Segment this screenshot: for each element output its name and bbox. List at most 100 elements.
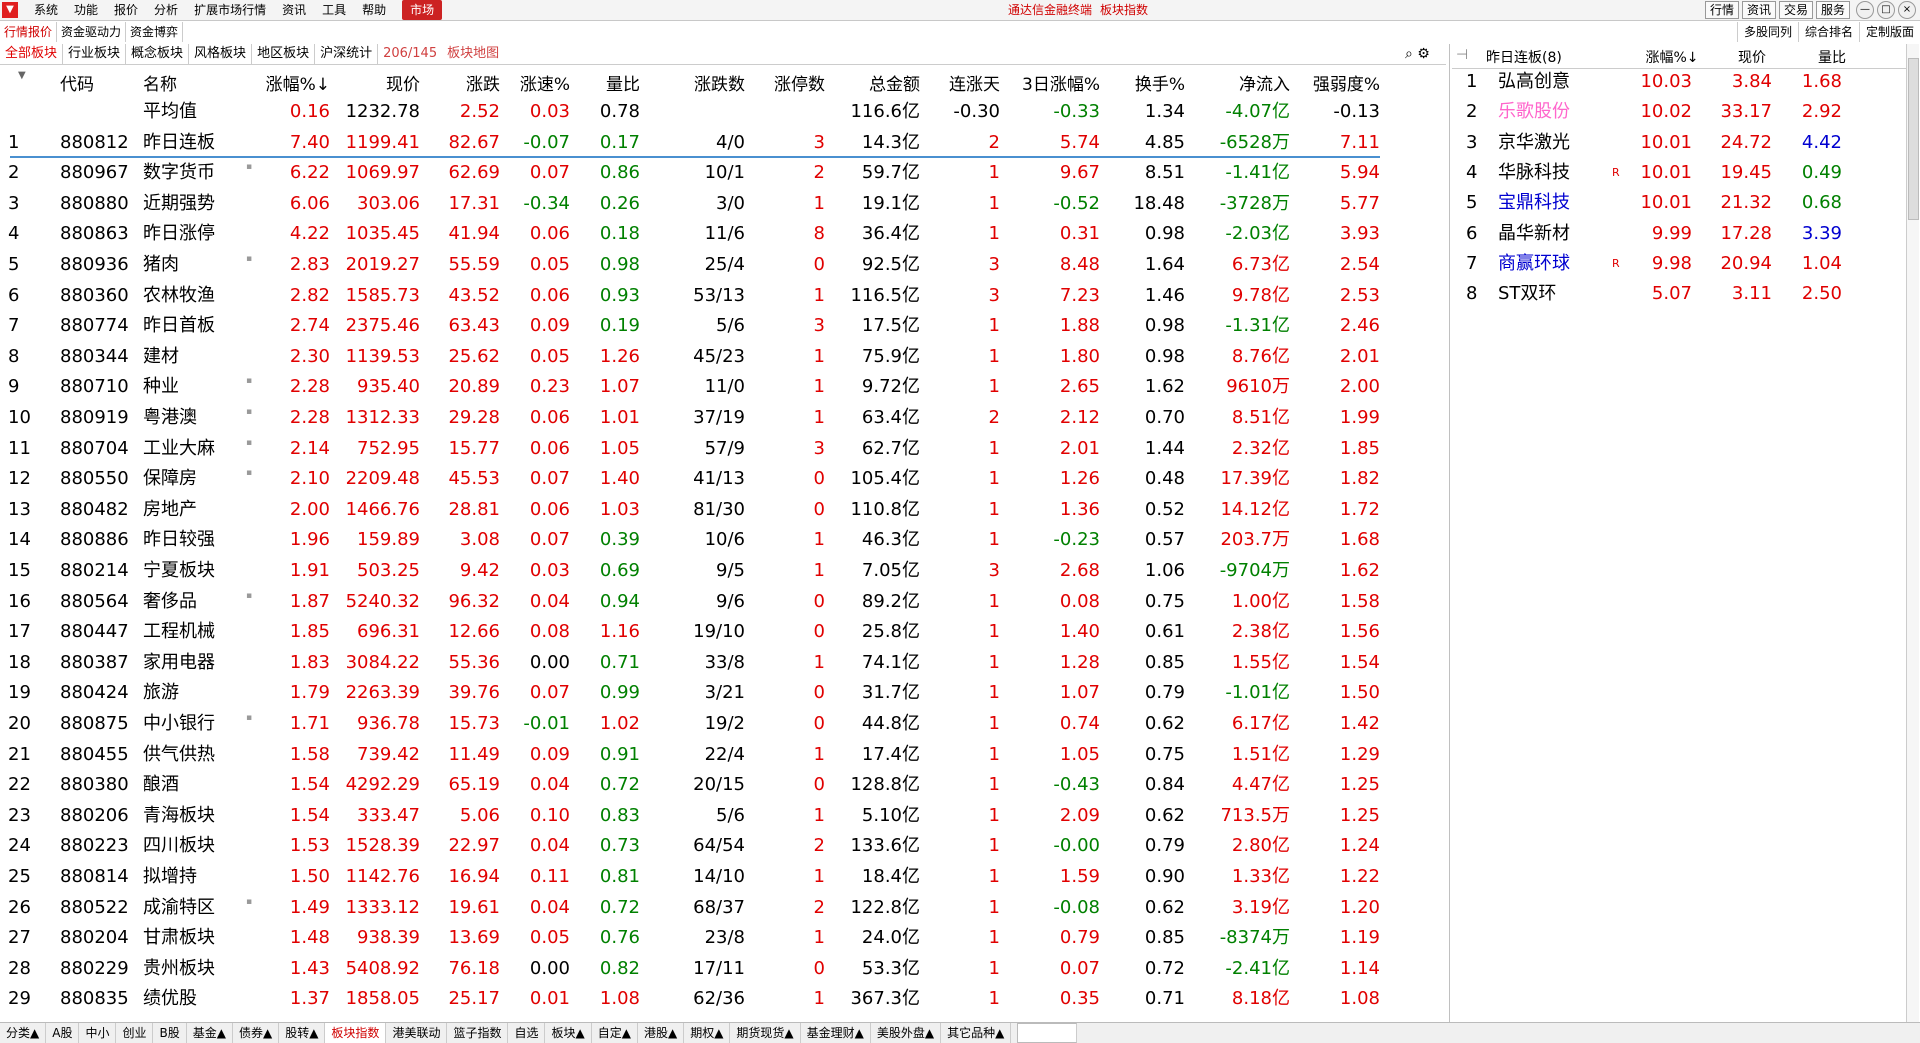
bottom-tab[interactable]: 分类▲ bbox=[0, 1023, 47, 1043]
search-icon[interactable]: ⌕ bbox=[1405, 46, 1413, 62]
menu-item[interactable]: 报价 bbox=[106, 0, 146, 20]
table-row[interactable]: 28 880229 贵州板块 1.43 5408.92 76.18 0.00 0.82 17/1… bbox=[0, 954, 1390, 984]
stock-list-item[interactable]: 5 宝鼎科技 10.01 21.32 0.68 bbox=[1452, 188, 1910, 218]
menu-item[interactable]: 系统 bbox=[26, 0, 66, 20]
column-header[interactable]: 涨跌 bbox=[425, 70, 500, 95]
stock-list-item[interactable]: 2 乐歌股份 10.02 33.17 2.92 bbox=[1452, 97, 1910, 127]
table-row[interactable]: 16 880564 奢侈品 1.87 5240.32 96.32 0.04 0.94 9/6 0 8… bbox=[0, 587, 1390, 617]
bottom-tab[interactable]: 港股▲ bbox=[638, 1023, 685, 1043]
column-header[interactable]: 涨跌数 bbox=[650, 70, 745, 95]
column-header[interactable]: 涨幅%↓ bbox=[250, 70, 330, 95]
sector-tab[interactable]: 地区板块 bbox=[252, 44, 316, 64]
view-tab-right[interactable]: 多股同列 bbox=[1736, 22, 1798, 42]
menu-item[interactable]: 资讯 bbox=[274, 0, 314, 20]
table-row[interactable]: 23 880206 青海板块 1.54 333.47 5.06 0.10 0.83 5/6 1 5.… bbox=[0, 801, 1390, 831]
bottom-tab[interactable]: 板块指数 bbox=[325, 1023, 387, 1043]
view-tab[interactable]: 行情报价 bbox=[0, 22, 58, 42]
bottom-tab[interactable]: 美股外盘▲ bbox=[871, 1023, 942, 1043]
sector-tab[interactable]: 概念板块 bbox=[126, 44, 190, 64]
maximize-icon[interactable]: □ bbox=[1877, 1, 1895, 19]
top-button[interactable]: 交易 bbox=[1778, 1, 1813, 19]
table-row[interactable]: 3 880880 近期强势 6.06 303.06 17.31 -0.34 0.26 3/0 1 1… bbox=[0, 189, 1390, 219]
table-row[interactable]: 18 880387 家用电器 1.83 3084.22 55.36 0.00 0.71 33/8… bbox=[0, 648, 1390, 678]
stock-list-item[interactable]: 7 商赢环球 R 9.98 20.94 1.04 bbox=[1452, 249, 1910, 279]
bottom-tab[interactable]: B股 bbox=[153, 1023, 187, 1043]
table-row[interactable]: 21 880455 供气供热 1.58 739.42 11.49 0.09 0.91 22/4 1… bbox=[0, 740, 1390, 770]
stock-list-item[interactable]: 8 ST双环 5.07 3.11 2.50 bbox=[1452, 279, 1910, 309]
column-header[interactable]: 现价 bbox=[340, 70, 420, 95]
table-row[interactable]: 6 880360 农林牧渔 2.82 1585.73 43.52 0.06 0.93 53/13… bbox=[0, 281, 1390, 311]
bottom-tab[interactable]: 自选 bbox=[508, 1023, 546, 1043]
app-logo-icon[interactable]: ▼ bbox=[2, 2, 18, 18]
table-row[interactable]: 15 880214 宁夏板块 1.91 503.25 9.42 0.03 0.69 9/5 1 7.… bbox=[0, 556, 1390, 586]
table-row[interactable]: 27 880204 甘肃板块 1.48 938.39 13.69 0.05 0.76 23/8 1… bbox=[0, 923, 1390, 953]
menu-item[interactable]: 扩展市场行情 bbox=[186, 0, 274, 20]
table-row[interactable]: 29 880835 绩优股 1.37 1858.05 25.17 0.01 1.08 62/36… bbox=[0, 984, 1390, 1014]
column-header[interactable]: 涨速% bbox=[505, 70, 570, 95]
minimize-icon[interactable]: — bbox=[1856, 1, 1874, 19]
sector-tab[interactable]: 行业板块 bbox=[63, 44, 127, 64]
column-header[interactable]: 净流入 bbox=[1190, 70, 1290, 95]
top-button[interactable]: 资讯 bbox=[1741, 1, 1776, 19]
table-row[interactable]: 7 880774 昨日首板 2.74 2375.46 63.43 0.09 0.19 5/6 3 1… bbox=[0, 311, 1390, 341]
column-header[interactable]: 代码 bbox=[60, 70, 140, 95]
table-row[interactable]: 11 880704 工业大麻 2.14 752.95 15.77 0.06 1.05 57/9 3… bbox=[0, 434, 1390, 464]
bottom-tab[interactable]: 股转▲ bbox=[279, 1023, 326, 1043]
view-tab[interactable]: 资金博弈 bbox=[126, 22, 184, 42]
menu-item-market[interactable]: 市场 bbox=[402, 0, 443, 20]
view-tab-right[interactable]: 定制版面 bbox=[1858, 22, 1920, 42]
gear-icon[interactable]: ⚙ bbox=[1417, 46, 1430, 62]
stock-list-item[interactable]: 3 京华激光 10.01 24.72 4.42 bbox=[1452, 128, 1910, 158]
bottom-tab[interactable]: 期货现货▲ bbox=[730, 1023, 801, 1043]
right-column-header[interactable]: 涨幅%↓ bbox=[1632, 47, 1712, 67]
menu-item[interactable]: 分析 bbox=[146, 0, 186, 20]
close-icon[interactable]: × bbox=[1898, 1, 1916, 19]
menu-item[interactable]: 功能 bbox=[66, 0, 106, 20]
table-row[interactable]: 17 880447 工程机械 1.85 696.31 12.66 0.08 1.16 19/10… bbox=[0, 617, 1390, 647]
bottom-tab[interactable]: 其它品种▲ bbox=[941, 1023, 1012, 1043]
top-button[interactable]: 服务 bbox=[1815, 1, 1850, 19]
table-row[interactable]: 10 880919 粤港澳 2.28 1312.33 29.28 0.06 1.01 37/19… bbox=[0, 403, 1390, 433]
table-row[interactable]: 19 880424 旅游 1.79 2263.39 39.76 0.07 0.99 3/21 0 3… bbox=[0, 678, 1390, 708]
bottom-tab[interactable]: 中小 bbox=[79, 1023, 117, 1043]
sector-tab[interactable]: 沪深统计 bbox=[315, 44, 379, 64]
view-tab[interactable]: 资金驱动力 bbox=[57, 22, 127, 42]
table-row[interactable]: 25 880814 拟增持 1.50 1142.76 16.94 0.11 0.81 14/10… bbox=[0, 862, 1390, 892]
table-row[interactable]: 1 880812 昨日连板 7.40 1199.41 82.67 -0.07 0.17 4/0 3… bbox=[0, 128, 1390, 158]
horizontal-scrollbar[interactable] bbox=[1017, 1023, 1078, 1043]
table-row[interactable]: 4 880863 昨日涨停 4.22 1035.45 41.94 0.06 0.18 11/6 8… bbox=[0, 219, 1390, 249]
average-row[interactable]: 平均值 0.16 1232.78 2.52 0.03 0.78 116.6亿 -0.30 -0.… bbox=[0, 97, 1390, 127]
column-header[interactable]: 量比 bbox=[575, 70, 640, 95]
stock-list-item[interactable]: 1 弘高创意 10.03 3.84 1.68 bbox=[1452, 67, 1910, 97]
sort-menu-icon[interactable]: ▼ bbox=[18, 70, 26, 81]
bottom-tab[interactable]: 港美联动 bbox=[386, 1023, 448, 1043]
bottom-tab[interactable]: 篮子指数 bbox=[447, 1023, 509, 1043]
column-header[interactable]: 总金额 bbox=[830, 70, 920, 95]
top-button[interactable]: 行情 bbox=[1704, 1, 1739, 19]
table-row[interactable]: 14 880886 昨日较强 1.96 159.89 3.08 0.07 0.39 10/6 1 4… bbox=[0, 525, 1390, 555]
scroll-thumb[interactable] bbox=[1908, 58, 1919, 220]
sector-map-tab[interactable]: 板块地图 bbox=[442, 44, 504, 64]
table-row[interactable]: 20 880875 中小银行 1.71 936.78 15.73 -0.01 1.02 19/2… bbox=[0, 709, 1390, 739]
stock-list-item[interactable]: 4 华脉科技 R 10.01 19.45 0.49 bbox=[1452, 158, 1910, 188]
table-row[interactable]: 22 880380 酿酒 1.54 4292.29 65.19 0.04 0.72 20/15 0… bbox=[0, 770, 1390, 800]
vertical-scrollbar[interactable] bbox=[1906, 44, 1919, 1022]
bottom-tab[interactable]: 期权▲ bbox=[684, 1023, 731, 1043]
column-header[interactable]: 3日涨幅% bbox=[1010, 70, 1100, 95]
column-header[interactable]: 连涨天 bbox=[925, 70, 1000, 95]
column-header[interactable]: 强弱度% bbox=[1295, 70, 1380, 95]
bottom-tab[interactable]: 基金理财▲ bbox=[801, 1023, 871, 1043]
pin-icon[interactable]: ⊣ bbox=[1456, 47, 1468, 63]
table-row[interactable]: 8 880344 建材 2.30 1139.53 25.62 0.05 1.26 45/23 1 7… bbox=[0, 342, 1390, 372]
bottom-tab[interactable]: 自定▲ bbox=[592, 1023, 638, 1043]
table-row[interactable]: 9 880710 种业 2.28 935.40 20.89 0.23 1.07 11/0 1 9.7… bbox=[0, 372, 1390, 402]
table-row[interactable]: 26 880522 成渝特区 1.49 1333.12 19.61 0.04 0.72 68/3… bbox=[0, 893, 1390, 923]
bottom-tab[interactable]: A股 bbox=[46, 1023, 80, 1043]
menu-item[interactable]: 工具 bbox=[314, 0, 354, 20]
column-header[interactable]: 换手% bbox=[1105, 70, 1185, 95]
menu-item[interactable]: 帮助 bbox=[354, 0, 394, 20]
sector-tab[interactable]: 风格板块 bbox=[189, 44, 253, 64]
table-row[interactable]: 24 880223 四川板块 1.53 1528.39 22.97 0.04 0.73 64/5… bbox=[0, 831, 1390, 861]
view-tab-right[interactable]: 综合排名 bbox=[1797, 22, 1859, 42]
column-header[interactable]: 名称 bbox=[143, 70, 253, 95]
